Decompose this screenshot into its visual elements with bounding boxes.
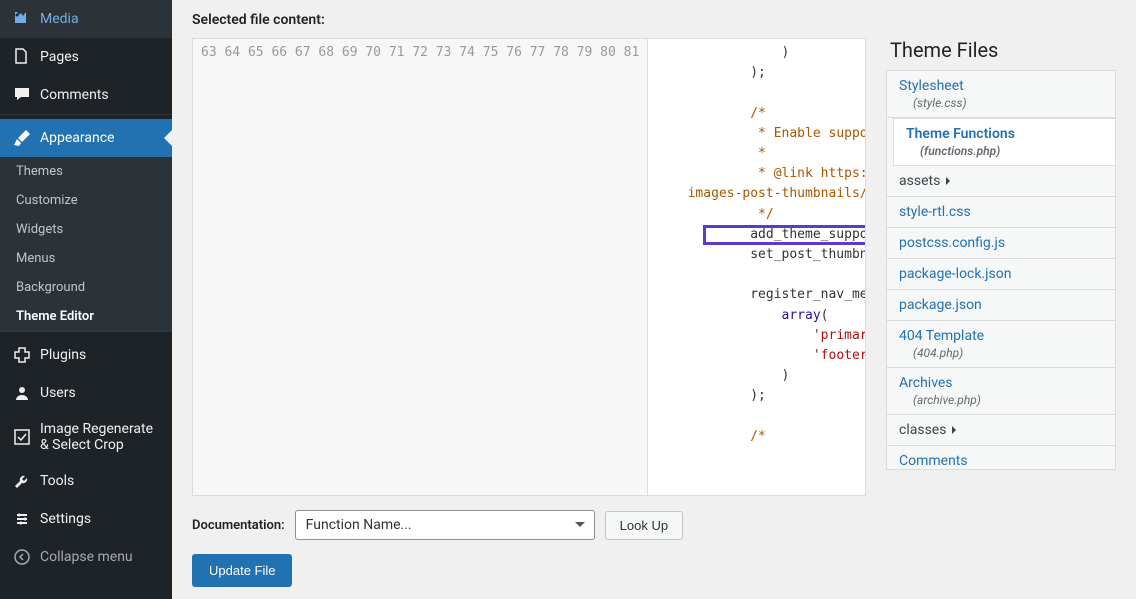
- file-stylesheet[interactable]: Stylesheet(style.css): [887, 71, 1115, 118]
- settings-icon: [12, 509, 32, 529]
- submenu-customize[interactable]: Customize: [0, 186, 172, 215]
- main-content: Selected file content: 63 64 65 66 67 68…: [172, 0, 1136, 599]
- line-gutter: 63 64 65 66 67 68 69 70 71 72 73 74 75 7…: [193, 39, 648, 495]
- documentation-label: Documentation:: [192, 518, 285, 533]
- file-style-rtl-css[interactable]: style-rtl.css: [887, 197, 1115, 228]
- menu-settings[interactable]: Settings: [0, 500, 172, 538]
- menu-tools[interactable]: Tools: [0, 462, 172, 500]
- tool-icon: [12, 471, 32, 491]
- theme-files-title: Theme Files: [886, 38, 1116, 62]
- file-classes[interactable]: classes: [887, 415, 1115, 446]
- plugin-icon: [12, 345, 32, 365]
- file-assets[interactable]: assets: [887, 166, 1115, 197]
- submenu-background[interactable]: Background: [0, 273, 172, 302]
- media-icon: [12, 9, 32, 29]
- file-theme-functions[interactable]: Theme Functions(functions.php): [893, 118, 1115, 166]
- admin-sidebar: MediaPagesComments AppearanceThemesCustom…: [0, 0, 172, 599]
- menu-plugins[interactable]: Plugins: [0, 336, 172, 374]
- code-body[interactable]: ) ); /* * Enable support for Post Thumbn…: [648, 39, 865, 495]
- file-404-template[interactable]: 404 Template(404.php): [887, 321, 1115, 368]
- update-file-button[interactable]: Update File: [192, 554, 292, 587]
- submenu-themes[interactable]: Themes: [0, 157, 172, 186]
- page-icon: [12, 47, 32, 67]
- file-comments[interactable]: Comments: [887, 446, 1115, 470]
- submenu-menus[interactable]: Menus: [0, 244, 172, 273]
- menu-comments[interactable]: Comments: [0, 76, 172, 114]
- documentation-row: Documentation: Function Name... Look Up: [192, 510, 866, 540]
- regen-icon: [12, 427, 32, 447]
- menu-users[interactable]: Users: [0, 374, 172, 412]
- brush-icon: [12, 128, 32, 148]
- menu-media[interactable]: Media: [0, 0, 172, 38]
- collapse-icon: [12, 547, 32, 567]
- file-postcss-config-js[interactable]: postcss.config.js: [887, 228, 1115, 259]
- comment-icon: [12, 85, 32, 105]
- file-archives[interactable]: Archives(archive.php): [887, 368, 1115, 415]
- content-heading: Selected file content:: [192, 12, 1116, 28]
- menu-appearance[interactable]: Appearance: [0, 119, 172, 157]
- file-package-lock-json[interactable]: package-lock.json: [887, 259, 1115, 290]
- menu-pages[interactable]: Pages: [0, 38, 172, 76]
- theme-files-list[interactable]: Stylesheet(style.css)Theme Functions(fun…: [886, 70, 1116, 470]
- highlight-annotation: [703, 225, 865, 245]
- user-icon: [12, 383, 32, 403]
- submenu-widgets[interactable]: Widgets: [0, 215, 172, 244]
- lookup-button[interactable]: Look Up: [605, 511, 683, 540]
- menu-collapse-menu[interactable]: Collapse menu: [0, 538, 172, 576]
- menu-image-regenerate-select-crop[interactable]: Image Regenerate & Select Crop: [0, 412, 172, 462]
- function-select[interactable]: Function Name...: [295, 510, 595, 540]
- code-editor[interactable]: 63 64 65 66 67 68 69 70 71 72 73 74 75 7…: [192, 38, 866, 496]
- submenu-theme-editor[interactable]: Theme Editor: [0, 302, 172, 331]
- file-package-json[interactable]: package.json: [887, 290, 1115, 321]
